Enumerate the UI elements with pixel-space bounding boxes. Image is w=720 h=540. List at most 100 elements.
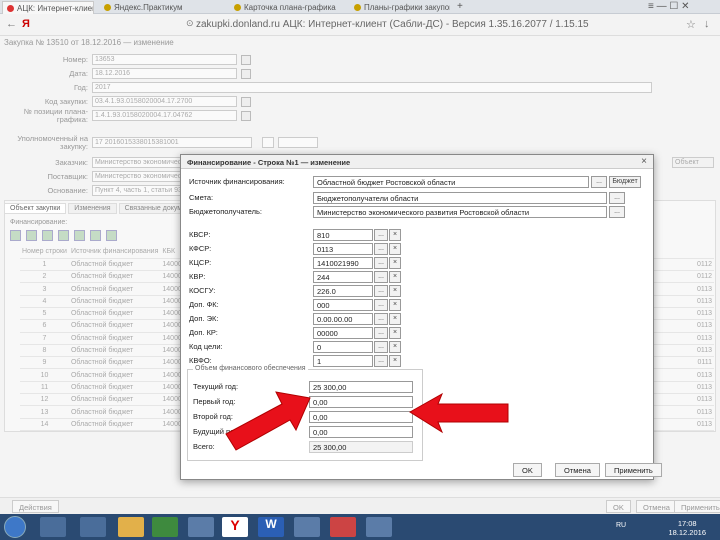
lookup-button[interactable]: ... [374, 257, 388, 269]
actions-dropdown[interactable]: Действия [12, 500, 59, 513]
dialog-cancel-button[interactable]: Отмена [555, 463, 600, 477]
edit-icon[interactable] [241, 55, 251, 65]
finance-field[interactable]: 0,00 [309, 396, 413, 408]
clear-icon[interactable]: × [389, 341, 401, 353]
media-icon[interactable] [80, 517, 106, 537]
lookup-button[interactable]: ... [374, 313, 388, 325]
code-field[interactable]: 0.00.00.00 [313, 313, 373, 325]
code-field[interactable]: 0 [313, 341, 373, 353]
app-icon[interactable] [330, 517, 356, 537]
code-field[interactable]: 00000 [313, 327, 373, 339]
lookup-button[interactable]: ... [374, 355, 388, 367]
lookup-button[interactable]: ... [609, 192, 625, 204]
lookup-button[interactable]: ... [374, 285, 388, 297]
edit-icon[interactable] [241, 111, 251, 121]
code-field[interactable]: 244 [313, 271, 373, 283]
tab-changes[interactable]: Изменения [68, 203, 117, 214]
browser-tab[interactable]: Планы-графики закупок [350, 1, 450, 14]
source-field[interactable]: Областной бюджет Ростовской области [313, 176, 589, 188]
clear-icon[interactable]: × [389, 313, 401, 325]
app-icon[interactable] [188, 517, 214, 537]
clear-icon[interactable]: × [389, 327, 401, 339]
basis-field[interactable]: Пункт 4, часть 1, статьи 93 [92, 185, 182, 196]
clear-icon[interactable]: × [389, 299, 401, 311]
window-controls[interactable]: ≡ — ☐ ✕ [648, 1, 690, 12]
browser-tab-active[interactable]: АЦК: Интернет-клиент × [2, 1, 94, 14]
table-cell: Областной бюджет [68, 405, 161, 419]
clear-icon[interactable]: × [389, 355, 401, 367]
lookup-button[interactable]: ... [374, 327, 388, 339]
estimate-field[interactable]: Бюджетополучатели области [313, 192, 607, 204]
clear-icon[interactable]: × [389, 229, 401, 241]
settings-icon[interactable] [106, 230, 117, 241]
finance-field[interactable]: 0,00 [309, 411, 413, 423]
clear-icon[interactable]: × [389, 285, 401, 297]
back-icon[interactable]: ← [6, 18, 17, 30]
download-icon[interactable]: ↓ [704, 18, 710, 30]
app-icon[interactable] [294, 517, 320, 537]
clear-icon[interactable]: × [389, 257, 401, 269]
lookup-button[interactable]: ... [591, 176, 607, 188]
object-button[interactable]: Объект [672, 157, 714, 168]
add-icon[interactable] [10, 230, 21, 241]
browser-tab[interactable]: Яндекс.Практикум [100, 1, 210, 14]
edit-icon[interactable] [26, 230, 37, 241]
code-field[interactable]: 000 [313, 299, 373, 311]
year-field[interactable]: 2017 [92, 82, 652, 93]
finance-field[interactable]: 0,00 [309, 426, 413, 438]
edit-icon[interactable] [241, 97, 251, 107]
plan-position-field[interactable]: 1.4.1.93.0158020004.17.04762 [92, 110, 237, 121]
authorized-field[interactable]: 17 2016015338015381001 [92, 137, 252, 148]
code-field[interactable]: 1 [313, 355, 373, 367]
code-field[interactable]: 810 [313, 229, 373, 241]
calendar-icon[interactable] [241, 69, 251, 79]
field-label: Код закупки: [44, 97, 88, 106]
lookup-button[interactable]: ... [374, 299, 388, 311]
dialog-ok-button[interactable]: OK [513, 463, 542, 477]
lookup-button[interactable]: ... [374, 341, 388, 353]
checkbox[interactable] [262, 137, 274, 148]
supplier-field[interactable]: Министерство экономического развития [92, 171, 182, 182]
lookup-button[interactable]: ... [374, 229, 388, 241]
browser-tab[interactable]: Карточка плана-графика [230, 1, 340, 14]
purchase-code-field[interactable]: 03.4.1.93.0158020004.17.2700 [92, 96, 237, 107]
app-icon[interactable] [366, 517, 392, 537]
code-field[interactable]: 1410021990 [313, 257, 373, 269]
word-icon[interactable]: W [258, 517, 284, 537]
apply-button[interactable]: Применить [674, 500, 720, 513]
language-indicator[interactable]: RU [616, 522, 626, 529]
clock[interactable]: 17:08 18.12.2016 [668, 519, 706, 537]
code-field[interactable]: 226.0 [313, 285, 373, 297]
lookup-button[interactable]: ... [374, 271, 388, 283]
date-field[interactable]: 18.12.2016 [92, 68, 237, 79]
delete-icon[interactable] [58, 230, 69, 241]
dialog-apply-button[interactable]: Применить [605, 463, 662, 477]
recipient-field[interactable]: Министерство экономического развития Рос… [313, 206, 607, 218]
yandex-logo[interactable]: Я [22, 18, 30, 30]
bookmark-icon[interactable]: ☆ [686, 18, 696, 31]
code-field[interactable]: 0113 [313, 243, 373, 255]
code-field[interactable] [278, 137, 318, 148]
folder-icon[interactable] [118, 517, 144, 537]
clear-icon[interactable]: × [389, 243, 401, 255]
ie-icon[interactable] [40, 517, 66, 537]
ok-button[interactable]: OK [606, 500, 631, 513]
lookup-button[interactable]: ... [374, 243, 388, 255]
tab-object[interactable]: Объект закупки [4, 203, 67, 214]
export-icon[interactable] [90, 230, 101, 241]
customer-field[interactable]: Министерство экономического развития [92, 157, 182, 168]
cancel-button[interactable]: Отмена [636, 500, 677, 513]
refresh-icon[interactable] [74, 230, 85, 241]
yandex-browser-icon[interactable]: Y [222, 517, 248, 537]
budget-button[interactable]: Бюджет [609, 176, 641, 188]
app-icon[interactable] [152, 517, 178, 537]
url-field[interactable]: zakupki.donland.ru АЦК: Интернет-клиент … [196, 19, 589, 30]
clear-icon[interactable]: × [389, 271, 401, 283]
finance-field[interactable]: 25 300,00 [309, 381, 413, 393]
close-icon[interactable]: × [641, 156, 647, 167]
copy-icon[interactable] [42, 230, 53, 241]
start-button[interactable] [4, 516, 26, 538]
new-tab-button[interactable]: + [455, 1, 469, 14]
lookup-button[interactable]: ... [609, 206, 625, 218]
number-field[interactable]: 13653 [92, 54, 237, 65]
